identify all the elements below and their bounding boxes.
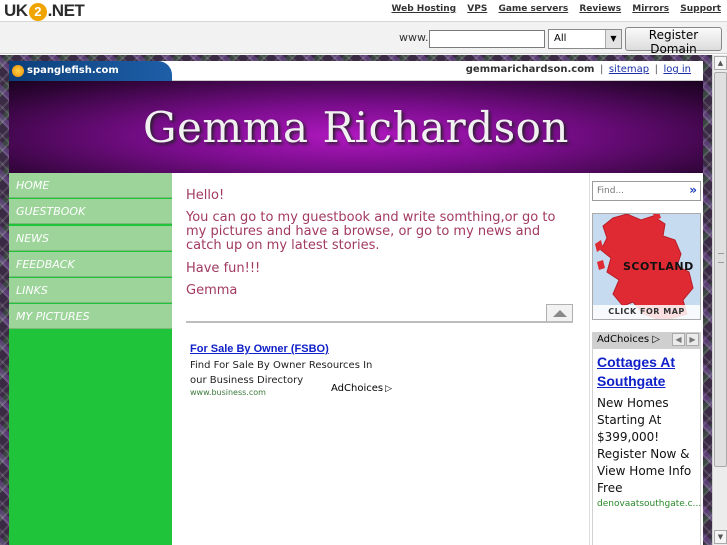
host-logo[interactable]: UK 2 .NET bbox=[4, 1, 85, 21]
adchoices-label: AdChoices bbox=[597, 334, 650, 345]
host-link-game-servers[interactable]: Game servers bbox=[498, 4, 568, 14]
adchoices-icon: ▷ bbox=[385, 384, 393, 394]
sidebar-nav: HOME GUESTBOOK NEWS FEEDBACK LINKS MY PI… bbox=[9, 173, 172, 545]
find-input[interactable]: Find... » bbox=[592, 181, 701, 201]
content-signature: Gemma bbox=[186, 283, 238, 298]
sidebar-ad: Cottages At Southgate New Homes Starting… bbox=[592, 348, 701, 545]
ad-title-link[interactable]: For Sale By Owner (FSBO) bbox=[190, 343, 329, 355]
host-topbar: UK 2 .NET Web Hosting VPS Game servers Rev… bbox=[0, 0, 727, 22]
builder-bar: spanglefish.com gemmarichardson.com | si… bbox=[9, 61, 703, 81]
host-link-mirrors[interactable]: Mirrors bbox=[632, 4, 669, 14]
chevron-left-icon[interactable]: ◀ bbox=[672, 333, 685, 346]
host-link-vps[interactable]: VPS bbox=[467, 4, 487, 14]
tld-select[interactable]: All ▼ bbox=[548, 29, 622, 49]
domain-search-bar: www. All ▼ Register Domain bbox=[0, 22, 727, 56]
content-fun: Have fun!!! bbox=[186, 261, 261, 276]
register-domain-button[interactable]: Register Domain bbox=[625, 27, 722, 56]
nav-item-feedback[interactable]: FEEDBACK bbox=[9, 251, 172, 277]
spanglefish-logo[interactable]: spanglefish.com bbox=[9, 61, 172, 81]
host-link-reviews[interactable]: Reviews bbox=[579, 4, 621, 14]
nav-item-news[interactable]: NEWS bbox=[9, 225, 172, 251]
sidebar-ad-description: New Homes Starting At $399,000! Register… bbox=[597, 396, 692, 495]
back-to-top-button[interactable] bbox=[546, 304, 573, 322]
vertical-scrollbar[interactable]: ▲ ▼ bbox=[712, 55, 727, 545]
grip-icon bbox=[718, 253, 724, 263]
builder-links: gemmarichardson.com | sitemap | log in bbox=[466, 64, 691, 75]
content-divider bbox=[186, 321, 573, 323]
sidebar-ad-url[interactable]: denovaatsouthgate.c... bbox=[597, 499, 701, 509]
site-page: spanglefish.com gemmarichardson.com | si… bbox=[9, 61, 703, 545]
spanglefish-logo-text: spanglefish.com bbox=[27, 65, 119, 76]
right-column: Find... » SCOTLAND CLICK FOR MAP AdChoic… bbox=[590, 173, 703, 545]
host-logo-left: UK bbox=[4, 1, 28, 20]
scroll-thumb[interactable] bbox=[714, 72, 727, 467]
host-link-web-hosting[interactable]: Web Hosting bbox=[392, 4, 457, 14]
banner-title: Gemma Richardson bbox=[143, 103, 569, 152]
scroll-up-icon[interactable]: ▲ bbox=[714, 56, 727, 70]
map-label: SCOTLAND bbox=[623, 260, 694, 273]
chevron-down-icon: ▼ bbox=[605, 30, 621, 48]
host-link-support[interactable]: Support bbox=[680, 4, 721, 14]
nav-item-links[interactable]: LINKS bbox=[9, 278, 172, 304]
host-links: Web Hosting VPS Game servers Reviews Mir… bbox=[384, 4, 721, 14]
nav-item-my-pictures[interactable]: MY PICTURES bbox=[9, 304, 172, 330]
nav-item-home[interactable]: HOME bbox=[9, 173, 172, 198]
main-content: Hello! You can go to my guestbook and wr… bbox=[172, 173, 590, 545]
sitemap-link[interactable]: sitemap bbox=[609, 64, 649, 75]
host-logo-mid: 2 bbox=[28, 3, 47, 21]
adchoices-link[interactable]: AdChoices ▷ bbox=[597, 334, 660, 345]
adchoices-bar: AdChoices ▷ ◀ ▶ bbox=[592, 332, 701, 348]
page-viewport: spanglefish.com gemmarichardson.com | si… bbox=[0, 55, 712, 545]
ad-url[interactable]: www.business.com bbox=[190, 388, 266, 397]
host-logo-right: .NET bbox=[47, 1, 85, 20]
find-placeholder: Find... bbox=[597, 186, 625, 196]
arrow-up-icon bbox=[553, 310, 567, 317]
content-body: You can go to my guestbook and write som… bbox=[186, 210, 556, 253]
scroll-down-icon[interactable]: ▼ bbox=[714, 530, 727, 544]
www-label: www. bbox=[399, 31, 429, 44]
map-cta: CLICK FOR MAP bbox=[593, 305, 700, 319]
scotland-map[interactable]: SCOTLAND CLICK FOR MAP bbox=[592, 213, 701, 320]
find-go-icon[interactable]: » bbox=[689, 183, 697, 197]
content-hello: Hello! bbox=[186, 188, 225, 203]
login-link[interactable]: log in bbox=[663, 64, 691, 75]
domain-input[interactable] bbox=[429, 30, 545, 48]
site-banner: Gemma Richardson bbox=[9, 81, 703, 173]
spanglefish-burst-icon bbox=[12, 65, 24, 77]
sidebar-ad-title[interactable]: Cottages At Southgate bbox=[597, 353, 696, 391]
chevron-right-icon[interactable]: ▶ bbox=[686, 333, 699, 346]
tld-selected-value: All bbox=[554, 33, 567, 44]
nav-item-guestbook[interactable]: GUESTBOOK bbox=[9, 199, 172, 225]
adchoices-label: AdChoices bbox=[331, 383, 384, 394]
adchoices-link[interactable]: AdChoices ▷ bbox=[331, 383, 392, 394]
separator: | bbox=[654, 64, 658, 75]
site-domain: gemmarichardson.com bbox=[465, 64, 595, 75]
separator: | bbox=[599, 64, 604, 75]
